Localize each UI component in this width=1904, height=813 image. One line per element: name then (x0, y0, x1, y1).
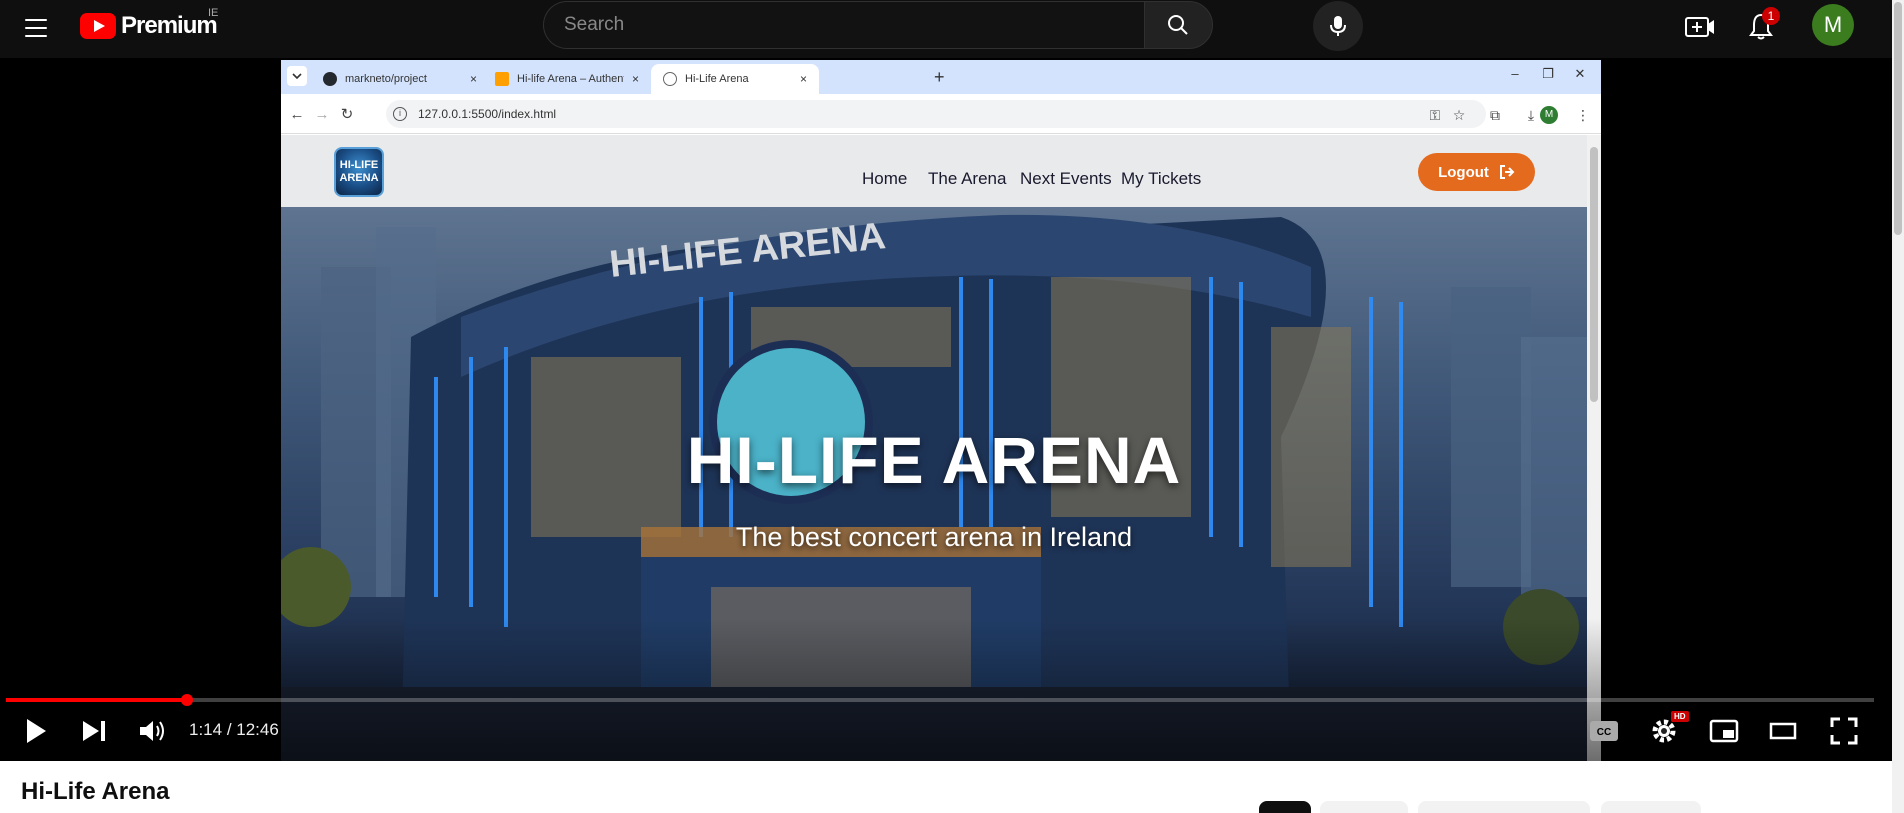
skip-next-icon (83, 721, 105, 741)
site-logo: HI-LIFE ARENA (334, 147, 384, 197)
tab-title: Hi-life Arena – Authentication - (517, 73, 624, 85)
globe-icon (663, 72, 677, 86)
browser-profile-avatar: M (1540, 106, 1558, 124)
hd-badge: HD (1671, 711, 1689, 722)
search-icon (1168, 15, 1188, 35)
site-info-icon: i (393, 107, 407, 121)
volume-icon (140, 721, 164, 741)
notification-count-badge: 1 (1762, 7, 1780, 25)
youtube-header: Premium IE Search 1 M (0, 0, 1904, 58)
chip[interactable] (1418, 801, 1590, 813)
browser-tab-active: Hi-Life Arena × (651, 64, 819, 94)
url-field: 127.0.0.1:5500/index.html (386, 100, 1486, 128)
progress-played (6, 698, 188, 702)
captions-button[interactable]: CC (1584, 708, 1624, 754)
site-navbar: HI-LIFE ARENA Home The Arena Next Events… (281, 135, 1587, 207)
next-button[interactable] (74, 708, 114, 754)
browser-menu-kebab-icon: ⋮ (1576, 107, 1590, 123)
youtube-play-logo-icon (80, 13, 116, 39)
page-scrollbar[interactable] (1892, 0, 1904, 813)
extensions-puzzle-icon: ⧉ (1490, 107, 1500, 123)
video-title: Hi-Life Arena (21, 778, 170, 805)
tab-title: Hi-Life Arena (685, 73, 749, 85)
chip[interactable] (1320, 801, 1408, 813)
play-button[interactable] (16, 708, 56, 754)
minimize-window-icon: – (1511, 66, 1519, 81)
new-tab-icon: + (934, 67, 945, 87)
volume-button[interactable] (132, 708, 172, 754)
nav-link-the-arena: The Arena (928, 169, 1007, 188)
password-key-icon: ⚿ (1429, 107, 1441, 123)
back-arrow-icon: ← (289, 106, 305, 123)
tab-close-icon: × (799, 72, 807, 86)
youtube-logo[interactable]: Premium (80, 12, 218, 40)
play-icon (27, 719, 46, 743)
tab-title: markneto/project (345, 73, 427, 85)
download-icon: ⤓ (1527, 107, 1535, 123)
tab-close-icon: × (469, 72, 477, 86)
reload-icon: ↻ (340, 106, 354, 123)
chip[interactable] (1601, 801, 1701, 813)
youtube-logo-text: Premium (121, 12, 218, 39)
nav-link-next-events: Next Events (1020, 169, 1112, 188)
page-scrollbar-thumb[interactable] (1894, 2, 1902, 235)
closed-captions-icon: CC (1590, 721, 1618, 741)
voice-search-button[interactable] (1313, 1, 1363, 51)
hero-banner: HI-LIFE ARENA HI-LIFE ARENA The best con… (281, 207, 1587, 761)
forward-arrow-icon: → (314, 106, 330, 123)
svg-text:CC: CC (1597, 727, 1611, 738)
account-avatar[interactable]: M (1812, 4, 1854, 46)
time-total: 12:46 (236, 720, 279, 739)
hero-subtitle: The best concert arena in Ireland (735, 522, 1133, 552)
search-button[interactable] (1143, 1, 1213, 49)
microphone-icon (1330, 16, 1346, 36)
recorded-browser-window: markneto/project × Hi-life Arena – Authe… (281, 60, 1601, 761)
browser-address-bar: ← → ↻ 127.0.0.1:5500/index.html i ⚿ ☆ ⧉ … (281, 94, 1601, 134)
github-icon (323, 72, 337, 86)
fullscreen-icon (1830, 717, 1858, 745)
miniplayer-button[interactable] (1704, 708, 1744, 754)
time-display: 1:14 / 12:46 (189, 720, 279, 740)
hero-title: HI-LIFE ARENA (686, 423, 1182, 497)
browser-tab: Hi-life Arena – Authentication - × (483, 64, 651, 94)
browser-tab-strip: markneto/project × Hi-life Arena – Authe… (281, 60, 1601, 94)
close-window-icon: ✕ (1574, 66, 1586, 81)
progress-scrubber-handle[interactable] (181, 694, 194, 706)
theater-mode-button[interactable] (1763, 708, 1803, 754)
create-video-icon[interactable] (1684, 13, 1716, 41)
video-player[interactable]: markneto/project × Hi-life Arena – Authe… (0, 58, 1892, 761)
logout-label: Logout (1438, 163, 1489, 181)
theater-mode-icon (1769, 722, 1797, 740)
progress-bar[interactable] (6, 694, 1874, 706)
tab-search-chevron-icon (287, 66, 307, 86)
hamburger-menu-icon[interactable] (20, 12, 52, 44)
miniplayer-icon (1709, 719, 1739, 743)
time-separator: / (222, 720, 237, 739)
website-scrollbar (1587, 135, 1601, 761)
firebase-icon (495, 72, 509, 86)
search-bar: Search (543, 1, 1213, 49)
search-input[interactable]: Search (543, 1, 1144, 49)
fullscreen-button[interactable] (1824, 708, 1864, 754)
time-current: 1:14 (189, 720, 223, 739)
nav-link-home: Home (862, 169, 908, 188)
country-code: IE (208, 7, 219, 19)
restore-window-icon: ❐ (1542, 66, 1554, 81)
logout-button: Logout (1418, 153, 1535, 191)
browser-tab: markneto/project × (311, 64, 489, 94)
logout-arrow-icon (1499, 165, 1515, 179)
bookmark-star-icon: ☆ (1452, 107, 1466, 123)
website-viewport: HI-LIFE ARENA Home The Arena Next Events… (281, 135, 1587, 761)
tab-close-icon: × (631, 72, 639, 86)
nav-link-my-tickets: My Tickets (1121, 169, 1202, 188)
chip-all[interactable] (1259, 801, 1311, 813)
